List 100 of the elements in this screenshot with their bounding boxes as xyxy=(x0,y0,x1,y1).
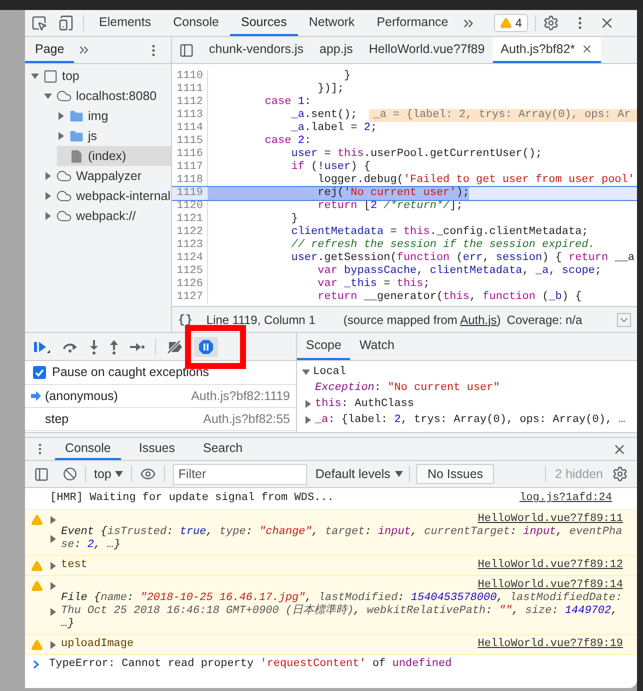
line-number: 1110 xyxy=(172,70,208,83)
code-line: user.getSession(function (err, session) { return __a xyxy=(290,252,635,265)
tree-item[interactable]: img xyxy=(57,106,171,126)
code-line: case 2: xyxy=(264,135,312,148)
drawer-tab[interactable]: Issues xyxy=(128,438,186,460)
tree-item[interactable]: webpack-internal: xyxy=(44,186,171,206)
folder-icon xyxy=(69,128,84,144)
pause-on-caught-checkbox[interactable]: Pause on caught exceptions xyxy=(25,361,296,385)
sidebar-toggle-icon[interactable] xyxy=(34,466,49,482)
file-tab[interactable]: app.js xyxy=(312,37,361,63)
warning-counter[interactable]: 4 xyxy=(494,14,528,32)
step-out-icon[interactable] xyxy=(109,338,119,354)
device-icon xyxy=(58,15,74,31)
context-dropdown[interactable]: top xyxy=(94,464,124,484)
collapsed-arrow-icon[interactable] xyxy=(57,112,65,120)
tree-item[interactable]: top xyxy=(31,66,171,86)
levels-dropdown[interactable]: Default levels xyxy=(315,464,404,484)
inspect-icon xyxy=(31,15,47,31)
source-link[interactable]: HelloWorld.vue?7f89:12 xyxy=(478,559,623,572)
filter-field[interactable]: Filter xyxy=(173,464,308,484)
line-number: 1121 xyxy=(172,213,208,226)
sidebar-tab[interactable]: Scope xyxy=(297,333,350,360)
tree-item[interactable]: localhost:8080 xyxy=(44,86,171,106)
line-number: 1122 xyxy=(172,226,208,239)
clear-console-icon[interactable] xyxy=(63,467,77,481)
tree-item[interactable]: js xyxy=(57,126,171,146)
collapsed-arrow-icon[interactable] xyxy=(49,582,57,590)
file-tab[interactable]: Auth.js?bf82* xyxy=(492,37,602,63)
cloud-icon xyxy=(56,88,72,104)
line-number: 1127 xyxy=(172,291,208,304)
issues-button[interactable]: No Issues xyxy=(416,464,494,484)
file-tab[interactable]: HelloWorld.vue?7f89 xyxy=(360,37,493,63)
close-tab-icon[interactable] xyxy=(581,43,594,55)
expanded-arrow-icon[interactable] xyxy=(44,92,52,100)
warning-count: 4 xyxy=(515,15,522,32)
frame-location: Auth.js?bf82:55 xyxy=(203,410,290,428)
eye-icon[interactable] xyxy=(140,466,156,482)
cloud-icon xyxy=(56,188,72,204)
step-over-icon[interactable] xyxy=(61,340,79,352)
collapsed-arrow-icon[interactable] xyxy=(49,608,57,616)
file-icon xyxy=(69,148,84,164)
code-line: clientMetadata = this._config.clientMetadata; xyxy=(290,226,588,239)
sidebar-tab[interactable]: Watch xyxy=(350,333,404,360)
prompt-chevron-icon xyxy=(33,660,39,669)
collapsed-arrow-icon[interactable] xyxy=(49,535,57,543)
collapsed-arrow-icon[interactable] xyxy=(49,562,57,570)
console-message: [HMR] Waiting for update signal from WDS... xyxy=(50,492,334,505)
pause-icon xyxy=(198,338,214,354)
drawer-tab[interactable]: Search xyxy=(193,438,253,460)
code-line: _a.label = 2; xyxy=(290,122,378,135)
settings-icon[interactable] xyxy=(542,15,559,31)
file-tab[interactable]: chunk-vendors.js xyxy=(201,37,312,63)
collapsed-arrow-icon[interactable] xyxy=(44,192,52,200)
console-input[interactable]: TypeError: Cannot read property 'requestContent' of undefined xyxy=(49,658,452,671)
collapsed-arrow-icon[interactable] xyxy=(44,172,52,180)
resume-icon[interactable] xyxy=(33,340,51,354)
call-frame[interactable]: (anonymous) Auth.js?bf82:1119 xyxy=(25,385,296,408)
code-line: return __generator(this, function (_b) { xyxy=(316,291,582,304)
cursor-position: Line 1119, Column 1 xyxy=(206,312,316,328)
code-line: // refresh the session if the session expired. xyxy=(290,239,595,252)
object-preview: Event {isTrusted: true, type: "change", target: input, currentTarget: input, eventPhase: 2, …} xyxy=(61,526,623,552)
code-line: if (!user) { xyxy=(290,161,370,174)
collapsed-arrow-icon[interactable] xyxy=(49,516,57,524)
panel-tab[interactable]: Elements xyxy=(88,10,162,36)
call-frame[interactable]: step Auth.js?bf82:55 xyxy=(25,408,296,431)
pause-on-exceptions-button[interactable] xyxy=(194,336,218,356)
navigator-tab[interactable]: Page xyxy=(25,37,74,63)
panel-tab[interactable]: Performance xyxy=(366,10,460,36)
drawer-toggle-icon[interactable] xyxy=(617,312,631,326)
breakpoints-toggle-icon[interactable] xyxy=(166,340,184,354)
line-number: 1125 xyxy=(172,265,208,278)
line-number: 1120 xyxy=(172,200,208,213)
expanded-arrow-icon[interactable] xyxy=(302,368,310,376)
panel-tab[interactable]: Network xyxy=(298,10,366,36)
panel-tab[interactable]: Console xyxy=(162,10,230,36)
source-link[interactable]: log.js?1afd:24 xyxy=(520,492,612,505)
code-line: var bypassCache, clientMetadata, _a, scope; xyxy=(316,265,602,278)
checkbox[interactable] xyxy=(33,366,46,379)
step-into-icon[interactable] xyxy=(89,338,99,354)
step-icon[interactable] xyxy=(129,342,145,352)
collapsed-arrow-icon[interactable] xyxy=(57,132,65,140)
tree-item[interactable]: webpack:// xyxy=(44,206,171,226)
collapsed-arrow-icon[interactable] xyxy=(49,640,57,648)
source-link[interactable]: HelloWorld.vue?7f89:14 xyxy=(478,579,623,592)
object-preview: File {name: "2018-10-25 16.46.17.jpg", lastModified: 1540453578000, lastModifiedDate: Thu Oct 25 2018 16:46:18 GMT+0900 (日本標準時), webkitRelativePath: "", size: 1449702, …} xyxy=(61,592,623,631)
inline-value: _a = {label: 2, trys: Array(0), ops: Ar xyxy=(369,109,637,122)
source-link[interactable]: Auth.js xyxy=(460,312,497,326)
tree-item[interactable]: (index) xyxy=(57,146,171,166)
scope-section[interactable]: Local xyxy=(302,364,637,380)
expanded-arrow-icon[interactable] xyxy=(31,72,39,80)
settings-icon[interactable] xyxy=(612,466,628,482)
sidebar-toggle-icon[interactable] xyxy=(179,42,194,58)
tree-item[interactable]: Wappalyzer xyxy=(44,166,171,186)
pretty-print-button[interactable]: {} xyxy=(172,310,198,328)
source-link[interactable]: HelloWorld.vue?7f89:11 xyxy=(478,513,623,526)
collapsed-arrow-icon[interactable] xyxy=(44,212,52,220)
scope-variable: _a: {label: 2, trys: Array(0), ops: Array(0), … xyxy=(315,413,626,428)
frame-name: step xyxy=(45,410,69,428)
source-link[interactable]: HelloWorld.vue?7f89:19 xyxy=(478,638,623,651)
code-line: _a.sent(); xyxy=(290,109,358,122)
